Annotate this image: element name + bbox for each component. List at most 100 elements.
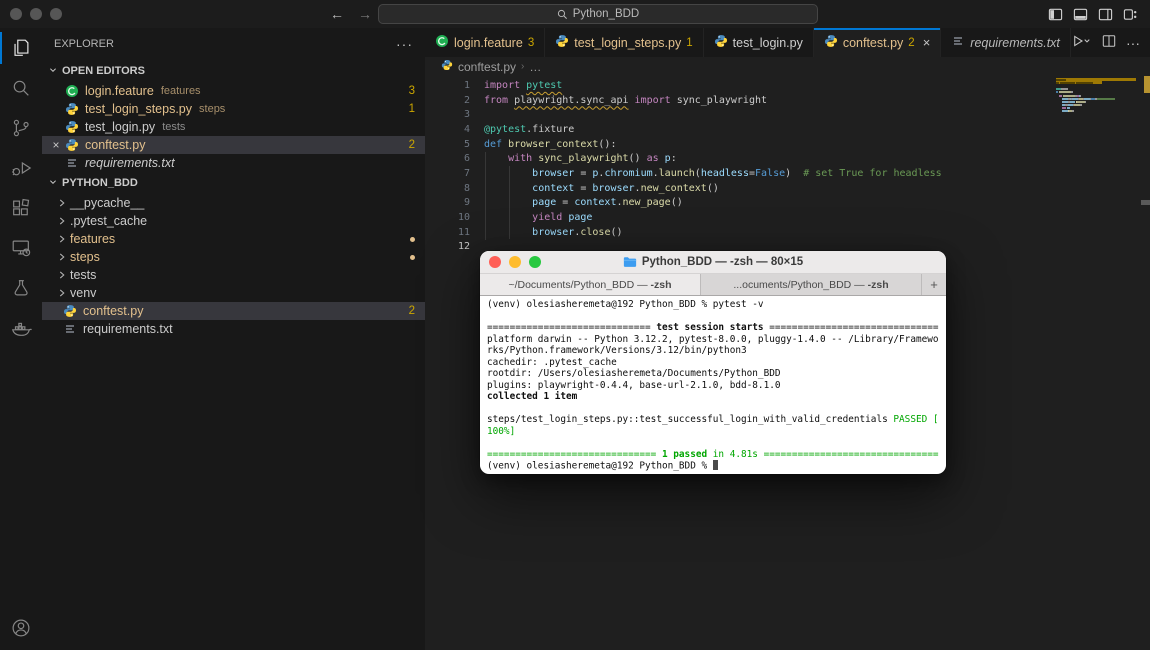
item-name: __pycache__ (70, 196, 145, 210)
search-text: Python_BDD (572, 8, 640, 20)
code-line-8[interactable]: 8 context = browser.new_context() (425, 181, 1150, 196)
chevron-down-icon (46, 175, 60, 192)
close-icon[interactable]: × (923, 35, 931, 50)
breadcrumb: conftest.py › … (425, 57, 1150, 76)
split-editor-icon[interactable] (1102, 34, 1116, 51)
run-button[interactable] (1072, 34, 1092, 51)
code-line-6[interactable]: 6 with sync_playwright() as p: (425, 151, 1150, 166)
item-name: venv (70, 286, 97, 300)
code-line-7[interactable]: 7 browser = p.chromium.launch(headless=F… (425, 166, 1150, 181)
forward-arrow-icon[interactable]: → (358, 6, 372, 22)
titlebar: ← → Python_BDD (0, 0, 1150, 28)
indent-guide (509, 166, 510, 239)
problem-badge: 3 (408, 85, 415, 97)
terminal-line: platform darwin -- Python 3.12.2, pytest… (487, 333, 939, 345)
item-name: conftest.py (83, 304, 144, 318)
customize-layout-icon[interactable] (1123, 7, 1138, 22)
open-editor-conftest.py[interactable]: × conftest.py 2 (42, 136, 425, 154)
toggle-secondary-sidebar-icon[interactable] (1098, 7, 1113, 22)
editor-more-actions[interactable]: ··· (1126, 35, 1140, 51)
scrollbar-mark (1141, 200, 1150, 205)
file-name: requirements.txt (85, 156, 175, 170)
chevron-down-icon (46, 63, 60, 80)
account-icon[interactable] (0, 608, 42, 648)
open-editor-login.feature[interactable]: login.feature features 3 (42, 82, 425, 100)
terminal-line: plugins: playwright-0.4.4, base-url-2.1.… (487, 379, 781, 391)
folder-.pytest_cache[interactable]: .pytest_cache (42, 212, 425, 230)
explorer-sidebar: EXPLORER ··· OPEN EDITORS login.feature f… (42, 28, 425, 650)
item-name: .pytest_cache (70, 214, 148, 228)
breadcrumb-separator: › (521, 61, 525, 72)
command-center-search[interactable]: Python_BDD (378, 4, 818, 24)
activity-docker-icon[interactable] (0, 308, 42, 348)
back-arrow-icon[interactable]: ← (330, 6, 344, 22)
code-line-10[interactable]: 10 yield page (425, 210, 1150, 225)
code-line-9[interactable]: 9 page = context.new_page() (425, 196, 1150, 211)
file-requirements.txt[interactable]: requirements.txt (42, 320, 425, 338)
terminal-line: ============================== 1 passed … (487, 448, 939, 460)
open-editor-requirements.txt[interactable]: requirements.txt (42, 154, 425, 172)
open-editors-header[interactable]: OPEN EDITORS (42, 60, 425, 82)
tab-conftest.py[interactable]: conftest.py 2 × (813, 28, 942, 57)
tab-requirements.txt[interactable]: requirements.txt (941, 28, 1071, 57)
terminal-tab[interactable]: ~/Documents/Python_BDD — -zsh (480, 274, 701, 295)
folder-icon (623, 257, 636, 267)
python-icon (714, 35, 727, 47)
open-editor-test_login_steps.py[interactable]: test_login_steps.py steps 1 (42, 100, 425, 118)
code-line-1[interactable]: 1 import pytest (425, 78, 1150, 93)
activity-extensions-icon[interactable] (0, 188, 42, 228)
tab-login.feature[interactable]: login.feature 3 (425, 28, 546, 57)
breadcrumb-file[interactable]: conftest.py (458, 60, 516, 74)
close-icon[interactable]: × (48, 138, 64, 152)
code-line-3[interactable]: 3 (425, 107, 1150, 122)
code-line-2[interactable]: 2 from playwright.sync_api import sync_pl… (425, 93, 1150, 108)
activity-remote-explorer-icon[interactable] (0, 228, 42, 268)
tab-test_login.py[interactable]: test_login.py (703, 28, 814, 57)
folder-venv[interactable]: venv (42, 284, 425, 302)
code-line-11[interactable]: 11 browser.close() (425, 225, 1150, 240)
file-path-detail: steps (199, 103, 226, 115)
tab-problem-badge: 2 (908, 36, 915, 49)
terminal-new-tab-button[interactable]: + (922, 274, 946, 295)
activity-explorer-icon[interactable] (0, 28, 42, 68)
explorer-more-actions[interactable]: ··· (396, 36, 413, 52)
line-number: 4 (463, 123, 470, 135)
tab-bar: login.feature 3 test_login_steps.py 1 test_l… (425, 28, 1150, 57)
close-window-button[interactable] (10, 8, 22, 20)
chevron-right-icon (59, 289, 65, 297)
minimize-window-button[interactable] (30, 8, 42, 20)
text-file-icon (66, 325, 74, 333)
project-section-header[interactable]: PYTHON_BDD (42, 172, 425, 194)
terminal-line: 100%] (487, 425, 516, 437)
toggle-sidebar-icon[interactable] (1048, 7, 1063, 22)
file-name: login.feature (85, 84, 154, 98)
toggle-panel-icon[interactable] (1073, 7, 1088, 22)
indent-guide (485, 151, 486, 240)
terminal-tab[interactable]: ...ocuments/Python_BDD — -zsh (701, 274, 922, 295)
terminal-line: steps/test_login_steps.py::test_successf… (487, 414, 939, 425)
activity-run-debug-icon[interactable] (0, 148, 42, 188)
tab-test_login_steps.py[interactable]: test_login_steps.py 1 (545, 28, 704, 57)
folder-steps[interactable]: steps (42, 248, 425, 266)
line-number: 3 (463, 109, 470, 121)
code-line-4[interactable]: 4 @pytest.fixture (425, 122, 1150, 137)
tab-label: test_login_steps.py (574, 35, 682, 50)
code-text: import pytest (484, 79, 563, 91)
terminal-titlebar[interactable]: Python_BDD — -zsh — 80×15 (480, 251, 946, 274)
breadcrumb-symbol[interactable]: … (529, 60, 541, 74)
activity-source-control-icon[interactable] (0, 108, 42, 148)
open-editor-test_login.py[interactable]: test_login.py tests (42, 118, 425, 136)
file-conftest.py[interactable]: conftest.py 2 (42, 302, 425, 320)
zoom-window-button[interactable] (50, 8, 62, 20)
folder-tests[interactable]: tests (42, 266, 425, 284)
terminal-line: rootdir: /Users/olesiasheremeta/Document… (487, 368, 781, 379)
folder-__pycache__[interactable]: __pycache__ (42, 194, 425, 212)
code-text: @pytest.fixture (484, 123, 575, 135)
minimap[interactable] (1056, 78, 1136, 116)
code-text: browser.close() (532, 226, 623, 238)
activity-testing-icon[interactable] (0, 268, 42, 308)
chevron-right-icon (59, 271, 65, 279)
code-line-5[interactable]: 5 def browser_context(): (425, 137, 1150, 152)
folder-features[interactable]: features (42, 230, 425, 248)
activity-search-icon[interactable] (0, 68, 42, 108)
